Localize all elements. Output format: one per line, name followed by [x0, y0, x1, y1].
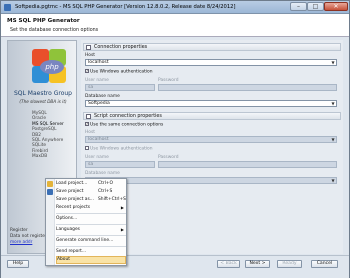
- page-subtitle: Set the database connection options: [10, 28, 99, 33]
- next-button[interactable]: Next >: [245, 260, 270, 268]
- same-options-label: Use the same connection options: [90, 122, 164, 128]
- minimize-button[interactable]: –: [290, 2, 307, 11]
- menu-item-languages[interactable]: Languages ▶: [56, 226, 126, 234]
- menu-separator: [56, 246, 126, 247]
- product-list: MySQL Oracle MS SQL Server PostgreSQL DB…: [32, 111, 64, 160]
- chevron-down-icon[interactable]: ▼: [330, 178, 336, 183]
- ready-button[interactable]: Ready: [277, 260, 302, 268]
- script-properties-section[interactable]: Script connection properties: [83, 112, 341, 120]
- menu-item-generate-command-line[interactable]: Generate command line...: [56, 237, 126, 245]
- chevron-down-icon[interactable]: ▼: [330, 137, 336, 142]
- menu-item-about[interactable]: About: [56, 256, 126, 264]
- save-icon: [47, 189, 53, 195]
- back-button[interactable]: < Back: [217, 260, 240, 268]
- checkbox-icon[interactable]: [85, 146, 89, 150]
- company-tagline: (The slowest DBA is it): [19, 99, 67, 104]
- database-value: Softpedia: [88, 101, 110, 106]
- section-collapse-icon[interactable]: [86, 114, 91, 119]
- menu-item-options[interactable]: Options...: [56, 215, 126, 223]
- chevron-right-icon: ▶: [120, 205, 124, 210]
- page-title: MS SQL PHP Generator: [7, 18, 80, 24]
- script-host-field[interactable]: localhost ▼: [85, 136, 337, 143]
- help-button[interactable]: Help: [7, 260, 29, 268]
- database-field[interactable]: Softpedia ▼: [85, 100, 337, 107]
- script-windows-auth-checkbox[interactable]: Use Windows authentication: [85, 146, 153, 152]
- checkbox-checked-icon[interactable]: ✓: [85, 122, 89, 126]
- host-label: Host: [85, 53, 95, 58]
- menu-separator: [56, 224, 126, 225]
- context-menu: Load project... Ctrl+O Save project Ctrl+S…: [45, 178, 127, 266]
- section-collapse-icon[interactable]: [86, 45, 91, 50]
- password-label: Password: [158, 78, 179, 83]
- user-label: User name: [85, 78, 109, 83]
- folder-icon: [47, 181, 53, 187]
- product-item[interactable]: MaxDB: [32, 154, 64, 159]
- chevron-down-icon[interactable]: ▼: [330, 101, 336, 106]
- close-button[interactable]: ✕: [324, 2, 348, 11]
- title-bar[interactable]: Softpedia.pgtmc - MS SQL PHP Generator […: [1, 1, 349, 14]
- menu-item-load-project[interactable]: Load project... Ctrl+O: [56, 180, 126, 188]
- menu-icon-gutter: [46, 179, 55, 265]
- app-icon: [4, 4, 11, 11]
- script-user-field[interactable]: sa: [85, 161, 155, 168]
- windows-auth-label: Use Windows authentication: [90, 69, 153, 75]
- app-window: Softpedia.pgtmc - MS SQL PHP Generator […: [0, 0, 350, 278]
- menu-separator: [56, 235, 126, 236]
- host-field[interactable]: localhost ▼: [85, 59, 337, 66]
- script-host-label: Host: [85, 130, 95, 135]
- user-field[interactable]: sa: [85, 84, 155, 91]
- chevron-down-icon[interactable]: ▼: [330, 60, 336, 65]
- menu-item-recent-projects[interactable]: Recent projects ▶: [56, 204, 126, 212]
- script-windows-auth-label: Use Windows authentication: [90, 146, 153, 152]
- register-label: Register: [10, 228, 28, 233]
- checkbox-checked-icon[interactable]: ✓: [85, 69, 89, 73]
- window-title: Softpedia.pgtmc - MS SQL PHP Generator […: [15, 4, 236, 10]
- menu-item-save-project[interactable]: Save project Ctrl+S: [56, 188, 126, 196]
- company-name: SQL Maestro Group: [14, 90, 72, 97]
- windows-auth-checkbox[interactable]: ✓Use Windows authentication: [85, 69, 153, 75]
- cancel-button[interactable]: Cancel: [311, 260, 338, 268]
- script-user-label: User name: [85, 155, 109, 160]
- script-database-label: Database name: [85, 171, 120, 176]
- menu-separator: [56, 213, 126, 214]
- chevron-right-icon: ▶: [120, 227, 124, 232]
- info-link[interactable]: more addr: [10, 240, 32, 245]
- script-host-value: localhost: [88, 137, 109, 142]
- menu-item-save-as[interactable]: Save project as... Shift+Ctrl+S: [56, 196, 126, 204]
- connection-properties-section[interactable]: Connection properties: [83, 43, 341, 51]
- section-title: Connection properties: [94, 45, 148, 50]
- password-field[interactable]: [158, 84, 337, 91]
- wizard-header: MS SQL PHP Generator Set the database co…: [1, 14, 349, 37]
- host-value: localhost: [88, 60, 109, 65]
- database-label: Database name: [85, 94, 120, 99]
- script-password-label: Password: [158, 155, 179, 160]
- same-options-checkbox[interactable]: ✓Use the same connection options: [85, 122, 163, 128]
- script-password-field[interactable]: [158, 161, 337, 168]
- menu-item-send-report[interactable]: Send report...: [56, 248, 126, 256]
- section-title: Script connection properties: [94, 114, 162, 119]
- php-logo-icon: php: [30, 47, 66, 87]
- maximize-button[interactable]: □: [307, 2, 324, 11]
